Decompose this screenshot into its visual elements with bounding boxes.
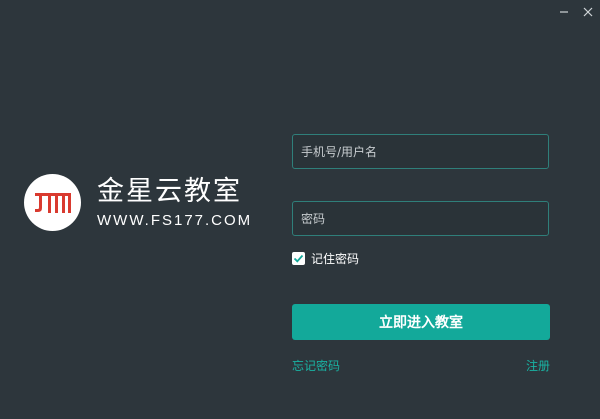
logo xyxy=(24,174,81,231)
remember-password[interactable]: 记住密码 xyxy=(292,250,359,267)
password-field[interactable] xyxy=(292,201,549,236)
app-title: 金星云教室 xyxy=(97,176,242,207)
password-input[interactable] xyxy=(293,202,548,235)
remember-label: 记住密码 xyxy=(311,252,360,266)
minimize-button[interactable] xyxy=(552,0,576,24)
register-link[interactable]: 注册 xyxy=(526,357,550,374)
jm-logo-icon xyxy=(34,192,71,213)
forgot-password-link[interactable]: 忘记密码 xyxy=(292,357,340,374)
close-button[interactable] xyxy=(576,0,600,24)
username-field[interactable] xyxy=(292,134,549,169)
login-button[interactable]: 立即进入教室 xyxy=(292,304,550,340)
app-url: WWW.FS177.COM xyxy=(97,212,253,229)
checkmark-icon xyxy=(293,254,304,263)
username-input[interactable] xyxy=(293,135,548,168)
window-controls xyxy=(552,0,600,24)
brand: 金星云教室 WWW.FS177.COM xyxy=(24,174,252,231)
remember-checkbox[interactable] xyxy=(292,252,305,265)
brand-text: 金星云教室 WWW.FS177.COM xyxy=(97,176,252,229)
close-icon xyxy=(583,7,593,17)
minimize-icon xyxy=(560,11,568,13)
